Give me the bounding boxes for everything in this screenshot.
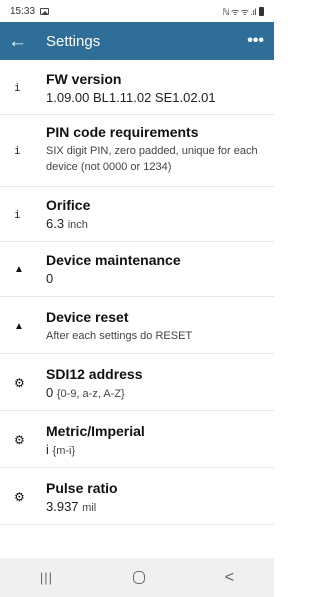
setting-orifice[interactable]: i Orifice 6.3 inch [0, 187, 274, 242]
setting-title: Orifice [46, 197, 91, 213]
setting-range: {0-9, a-z, A-Z} [56, 388, 125, 400]
setting-value: i [46, 442, 49, 457]
battery-icon [259, 6, 264, 16]
settings-list: i FW version 1.09.00 BL1.11.02 SE1.02.01… [0, 60, 274, 525]
setting-title: Device maintenance [46, 252, 181, 268]
setting-title: FW version [46, 71, 122, 87]
setting-value: 0 [46, 385, 54, 400]
setting-description: SIX digit PIN, zero padded, unique for e… [46, 145, 258, 173]
setting-pulse-ratio[interactable]: ⚙ Pulse ratio 3.937 mil [0, 468, 274, 525]
info-icon: i [14, 143, 21, 157]
setting-title: Pulse ratio [46, 480, 118, 496]
setting-unit: mil [82, 502, 97, 514]
app-bar: ← Settings ••• [0, 22, 274, 60]
setting-title: PIN code requirements [46, 124, 199, 140]
setting-pin-requirements[interactable]: i PIN code requirements SIX digit PIN, z… [0, 115, 274, 187]
back-button[interactable]: < [225, 569, 234, 587]
status-signal-icons: ℕ ᯤ ᯤ .ıl [222, 6, 256, 17]
setting-fw-version[interactable]: i FW version 1.09.00 BL1.11.02 SE1.02.01 [0, 60, 274, 115]
setting-sdi12-address[interactable]: ⚙ SDI12 address 0 {0-9, a-z, A-Z} [0, 354, 274, 411]
setting-value: 6.3 [46, 216, 65, 231]
setting-range: {m-i} [52, 445, 76, 457]
setting-device-reset[interactable]: ▲ Device reset After each settings do RE… [0, 297, 274, 354]
home-button[interactable] [132, 571, 145, 584]
setting-value: 3.937 [46, 499, 79, 514]
info-icon: i [14, 207, 21, 221]
setting-title: Device reset [46, 309, 129, 325]
system-nav-bar: ||| < [0, 558, 274, 597]
setting-device-maintenance[interactable]: ▲ Device maintenance 0 [0, 242, 274, 297]
arrow-left-icon[interactable]: ← [8, 32, 32, 51]
setting-value: 0 [46, 271, 54, 286]
gear-icon: ⚙ [14, 433, 25, 447]
setting-title: Metric/Imperial [46, 423, 145, 439]
page-title: Settings [46, 32, 101, 50]
status-time: 15:33 [10, 5, 36, 17]
setting-value: 1.09.00 BL1.11.02 SE1.02.01 [46, 90, 216, 105]
gear-icon: ⚙ [14, 376, 25, 390]
setting-title: SDI12 address [46, 366, 143, 382]
warning-icon: ▲ [14, 320, 24, 332]
warning-icon: ▲ [14, 263, 24, 275]
setting-unit: inch [67, 219, 88, 231]
status-bar: 15:33 ℕ ᯤ ᯤ .ıl [0, 0, 274, 22]
info-icon: i [14, 80, 21, 94]
gear-icon: ⚙ [14, 490, 25, 504]
setting-metric-imperial[interactable]: ⚙ Metric/Imperial i {m-i} [0, 411, 274, 468]
recent-apps-button[interactable]: ||| [40, 570, 53, 585]
gallery-notification-icon [40, 7, 50, 15]
more-dots-icon[interactable]: ••• [247, 32, 264, 50]
setting-description: After each settings do RESET [46, 330, 193, 342]
